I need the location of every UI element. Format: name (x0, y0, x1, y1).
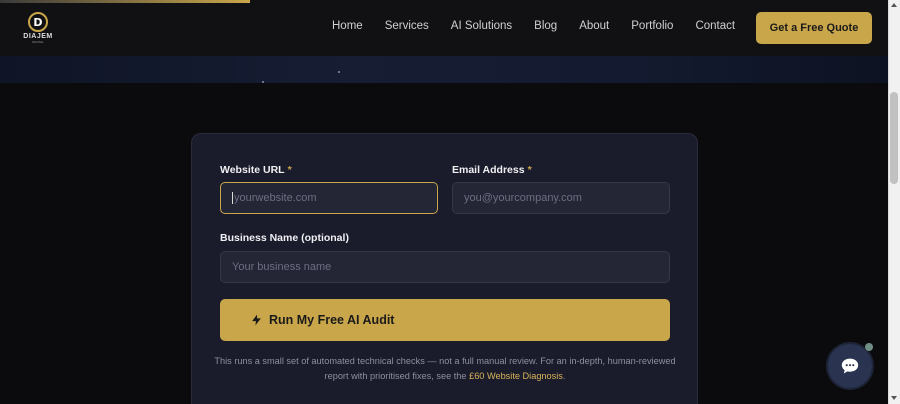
chat-bubble-icon (841, 358, 859, 374)
nav-blog[interactable]: Blog (534, 20, 557, 32)
email-placeholder: you@yourcompany.com (464, 192, 582, 204)
required-mark: * (527, 164, 532, 176)
disclaimer-text: This runs a small set of automated techn… (214, 356, 676, 381)
nav-services[interactable]: Services (385, 20, 429, 32)
audit-disclaimer: This runs a small set of automated techn… (212, 354, 678, 384)
disclaimer-end: . (562, 371, 566, 381)
nav-contact[interactable]: Contact (695, 20, 735, 32)
nav-portfolio[interactable]: Portfolio (631, 20, 673, 32)
scroll-up-arrow-icon[interactable] (891, 3, 897, 7)
nav-ai-solutions[interactable]: AI Solutions (451, 20, 512, 32)
website-url-placeholder: yourwebsite.com (234, 192, 317, 204)
page-loading-bar (0, 0, 250, 3)
logo[interactable]: D DIAJEM DIGITAL (20, 12, 56, 44)
website-diagnosis-link[interactable]: £60 Website Diagnosis (469, 371, 563, 381)
run-audit-button-label: Run My Free AI Audit (269, 313, 395, 327)
website-url-label-text: Website URL (220, 164, 285, 176)
website-url-input[interactable]: yourwebsite.com (220, 182, 438, 214)
star-dot (338, 71, 340, 73)
scroll-down-arrow-icon[interactable] (891, 396, 897, 400)
business-name-input[interactable]: Your business name (220, 251, 670, 283)
logo-subtext: DIGITAL (32, 40, 44, 44)
email-label-text: Email Address (452, 164, 525, 176)
business-name-label: Business Name (optional) (220, 232, 349, 244)
email-label: Email Address * (452, 164, 532, 176)
required-mark: * (287, 164, 292, 176)
scrollbar-thumb[interactable] (890, 92, 898, 184)
logo-text: DIAJEM (23, 33, 53, 40)
chat-launcher-button[interactable] (828, 344, 872, 388)
vertical-scrollbar[interactable] (888, 0, 900, 404)
audit-form-card: Website URL * yourwebsite.com Email Addre… (191, 133, 698, 404)
nav-about[interactable]: About (579, 20, 609, 32)
text-caret (232, 192, 233, 204)
hero-banner-strip (0, 56, 888, 83)
get-free-quote-button[interactable]: Get a Free Quote (756, 12, 872, 44)
lightning-bolt-icon (252, 314, 261, 326)
site-header: D DIAJEM DIGITAL Home Services AI Soluti… (0, 0, 888, 56)
email-input[interactable]: you@yourcompany.com (452, 182, 670, 214)
website-url-label: Website URL * (220, 164, 292, 176)
chat-online-indicator (865, 343, 873, 351)
logo-mark-icon: D (28, 12, 48, 32)
business-name-placeholder: Your business name (232, 261, 332, 273)
run-audit-button[interactable]: Run My Free AI Audit (220, 299, 670, 341)
page: D DIAJEM DIGITAL Home Services AI Soluti… (0, 0, 888, 404)
nav-home[interactable]: Home (332, 20, 363, 32)
main-nav: Home Services AI Solutions Blog About Po… (332, 20, 757, 32)
